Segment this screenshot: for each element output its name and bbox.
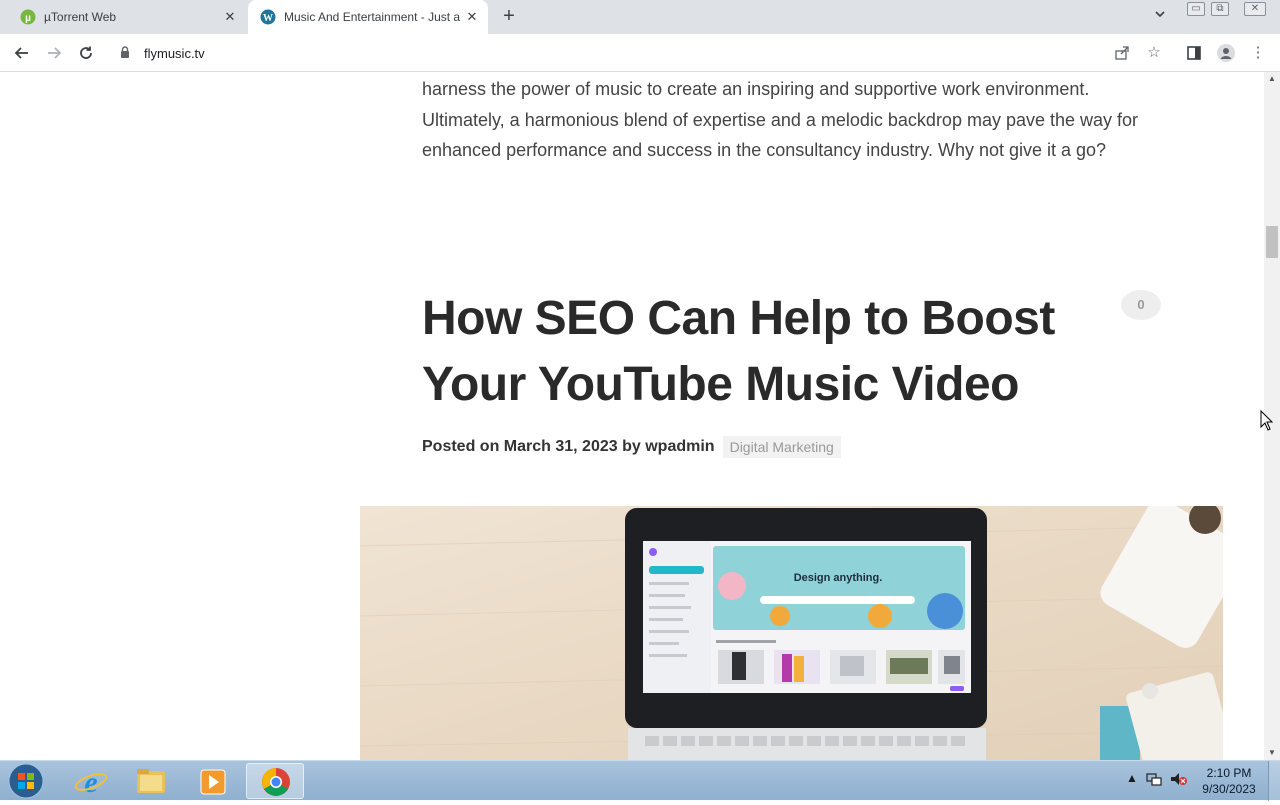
hero-screen-text: Design anything. (794, 572, 883, 584)
chrome-taskbar-icon[interactable] (246, 763, 304, 799)
scrollbar-thumb[interactable] (1266, 226, 1278, 258)
tab-title: µTorrent Web (44, 10, 117, 24)
clock-time: 2:10 PM (1206, 766, 1252, 780)
tab-strip: µ µTorrent Web ✕ W Music And Entertainme… (0, 0, 1280, 34)
tray-expand-icon[interactable]: ▲ (1126, 771, 1138, 785)
svg-text:µ: µ (25, 13, 31, 24)
tab-utorrent[interactable]: µ µTorrent Web ✕ (8, 0, 246, 34)
post-date-link[interactable]: March 31, 2023 (504, 438, 618, 456)
start-button[interactable] (6, 762, 46, 800)
svg-text:e: e (84, 766, 97, 799)
web-page: harness the power of music to create an … (0, 72, 1264, 760)
scroll-down-arrow-icon[interactable]: ▼ (1264, 746, 1280, 760)
close-window-icon[interactable]: ✕ (1244, 2, 1266, 16)
scroll-up-arrow-icon[interactable]: ▲ (1264, 72, 1280, 86)
profile-avatar-icon[interactable] (1216, 43, 1236, 63)
minimize-icon[interactable]: ▭ (1187, 2, 1205, 16)
tab-title: Music And Entertainment - Just a (284, 10, 461, 24)
media-player-icon[interactable] (184, 763, 242, 799)
back-arrow-icon[interactable] (10, 42, 34, 64)
bookmark-star-icon[interactable]: ☆ (1144, 43, 1164, 63)
lock-icon[interactable] (120, 45, 134, 61)
restore-icon[interactable]: ⧉ (1211, 2, 1229, 16)
volume-muted-icon[interactable] (1170, 771, 1188, 790)
url-text: flymusic.tv (144, 45, 205, 61)
post-title[interactable]: How SEO Can Help to Boost Your YouTube M… (422, 286, 1122, 418)
address-bar[interactable]: flymusic.tv (110, 38, 1180, 68)
menu-kebab-icon[interactable]: ⋮ (1248, 43, 1268, 63)
category-tag[interactable]: Digital Marketing (722, 436, 841, 458)
clock-date: 9/30/2023 (1202, 782, 1256, 796)
windows-taskbar: e ▲ 2:10 PM 9/30/2023 (0, 760, 1280, 801)
show-desktop-button[interactable] (1268, 761, 1280, 801)
forward-arrow-icon[interactable] (42, 42, 66, 64)
reload-icon[interactable] (74, 42, 98, 64)
new-tab-plus-icon[interactable]: + (498, 6, 520, 28)
svg-text:W: W (263, 13, 273, 24)
tab-flymusic[interactable]: W Music And Entertainment - Just a ✕ (248, 0, 488, 34)
tab-search-chevron-icon[interactable] (1150, 8, 1170, 26)
internet-explorer-icon[interactable]: e (62, 763, 120, 799)
system-clock[interactable]: 2:10 PM 9/30/2023 (1196, 765, 1262, 797)
featured-image[interactable]: Design anything. (360, 506, 1223, 760)
network-icon[interactable] (1146, 771, 1162, 790)
comment-count-badge[interactable]: 0 (1121, 290, 1161, 320)
by-label: by (622, 438, 641, 455)
posted-on-label: Posted on (422, 438, 500, 455)
share-icon[interactable] (1112, 43, 1132, 63)
utorrent-icon: µ (20, 9, 36, 25)
side-panel-icon[interactable] (1184, 43, 1204, 63)
file-explorer-icon[interactable] (122, 763, 180, 799)
browser-toolbar: flymusic.tv ☆ ⋮ (0, 34, 1280, 72)
close-tab-icon[interactable]: ✕ (462, 9, 482, 25)
close-tab-icon[interactable]: ✕ (220, 9, 240, 25)
article-intro-paragraph: harness the power of music to create an … (422, 79, 1139, 160)
author-link[interactable]: wpadmin (645, 438, 714, 456)
mouse-cursor-icon (1260, 410, 1274, 431)
post-meta: Posted on March 31, 2023 by wpadmin Digi… (422, 436, 841, 458)
wordpress-icon: W (260, 9, 276, 25)
